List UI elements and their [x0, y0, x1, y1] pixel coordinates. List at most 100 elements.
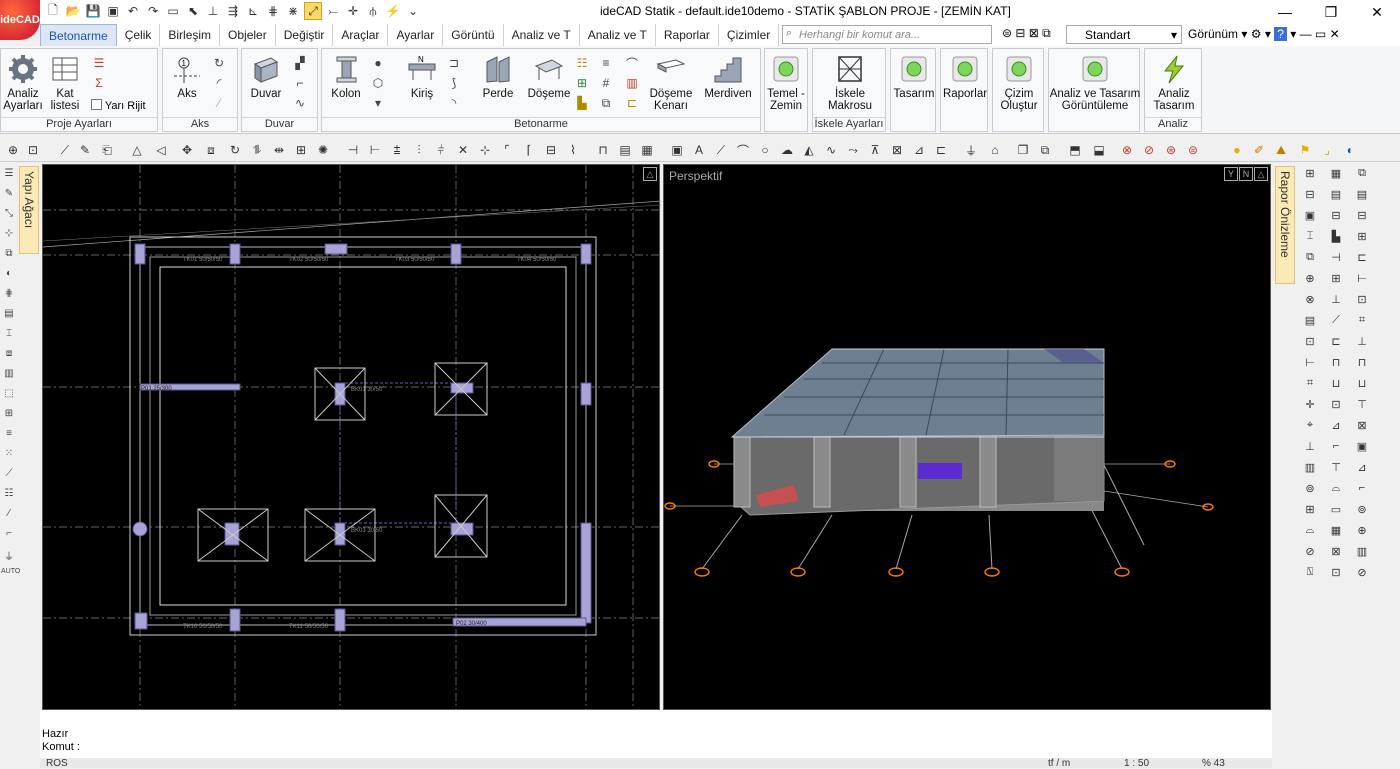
points-icon[interactable]: ⁙: [1, 448, 17, 464]
view-3d-icon[interactable]: ⬒: [1066, 141, 1084, 159]
terrain-icon[interactable]: ⏚: [962, 141, 980, 159]
polyline-icon[interactable]: ⟋: [712, 141, 730, 159]
extend-icon[interactable]: ⊢: [366, 141, 384, 159]
circle-column-icon[interactable]: ●: [370, 55, 386, 71]
tool-icon[interactable]: ▦: [1327, 524, 1345, 542]
tool-icon[interactable]: ⌶: [1301, 230, 1319, 248]
join-icon[interactable]: ⊹: [476, 141, 494, 159]
tool-icon[interactable]: ▤: [1327, 188, 1345, 206]
tool-icon[interactable]: ⊓: [1353, 356, 1371, 374]
tool-icon[interactable]: ⊟: [1301, 188, 1319, 206]
tab-cizimler[interactable]: Çizimler: [719, 24, 780, 46]
column-snap-icon[interactable]: ⫛: [364, 2, 382, 20]
tool-icon[interactable]: ⊚: [1353, 503, 1371, 521]
axis-arc-icon[interactable]: ◜: [211, 75, 227, 91]
paint-icon[interactable]: ⌇: [564, 141, 582, 159]
tool-icon[interactable]: ⊤: [1353, 398, 1371, 416]
tool-icon[interactable]: ⊥: [1327, 293, 1345, 311]
tab-objeler[interactable]: Objeler: [220, 24, 276, 46]
analiz-ayarlari-button[interactable]: Analiz Ayarları: [3, 53, 43, 112]
slope-icon[interactable]: ⟋: [1, 468, 17, 484]
cross-icon[interactable]: ✛: [344, 2, 362, 20]
kzz-icon[interactable]: ⊛: [1162, 141, 1180, 159]
new-file-icon[interactable]: 🗋: [44, 2, 62, 20]
tool-icon[interactable]: ⌗: [1353, 314, 1371, 332]
slab-ribbed-icon[interactable]: ☷: [574, 55, 590, 71]
tool-icon[interactable]: ⌐: [1327, 440, 1345, 458]
break-icon[interactable]: ⫩: [432, 141, 450, 159]
tool-icon[interactable]: ⌐: [1353, 482, 1371, 500]
tab-analiz-ve-tasarim-1[interactable]: Analiz ve T: [504, 24, 580, 46]
wall-curve-icon[interactable]: ∿: [292, 95, 308, 111]
tab-birlesim[interactable]: Birleşim: [160, 24, 221, 46]
view-settings-icon[interactable]: ⚙: [1251, 27, 1262, 41]
tool-icon[interactable]: ⊢: [1353, 272, 1371, 290]
tool-icon[interactable]: ⊠: [1327, 545, 1345, 563]
tab-betonarme[interactable]: Betonarme: [40, 24, 117, 46]
tool-icon[interactable]: ⌖: [1301, 419, 1319, 437]
duvar-button[interactable]: Duvar: [246, 53, 286, 100]
zoom-readout[interactable]: % 43: [1202, 758, 1225, 769]
tab-degistir[interactable]: Değiştir: [276, 24, 334, 46]
dimension-icon[interactable]: ⊓: [594, 141, 612, 159]
wall-corner-icon[interactable]: ⌐: [292, 75, 308, 91]
tool-icon[interactable]: ▥: [1353, 545, 1371, 563]
tool-icon[interactable]: ▦: [1327, 167, 1345, 185]
block-icon[interactable]: ⊞: [1, 408, 17, 424]
camera-icon[interactable]: ⌂: [986, 141, 1004, 159]
grid-table-icon[interactable]: ▦: [638, 141, 656, 159]
kxx-icon[interactable]: ⊗: [1118, 141, 1136, 159]
edit-icon[interactable]: ✎: [1, 188, 17, 204]
tool-icon[interactable]: ⟋: [1327, 314, 1345, 332]
tool-icon[interactable]: ▤: [1301, 314, 1319, 332]
split-icon[interactable]: ⫶: [410, 141, 428, 159]
tool-icon[interactable]: ⊞: [1327, 272, 1345, 290]
stack-icon[interactable]: ☷: [1, 488, 17, 504]
perspective-viewport[interactable]: Perspektif Y N △: [663, 164, 1271, 710]
stretch-icon[interactable]: ⇶: [224, 2, 242, 20]
tool-icon[interactable]: ✛: [1301, 398, 1319, 416]
tool-icon[interactable]: ⊟: [1353, 209, 1371, 227]
copy-icon[interactable]: ⧈: [1, 348, 17, 364]
tool-icon[interactable]: ⊏: [1327, 335, 1345, 353]
tool-icon[interactable]: ▣: [1353, 440, 1371, 458]
magnet-snap-icon[interactable]: ⤢: [304, 2, 322, 20]
pen-icon[interactable]: ✐: [1250, 141, 1268, 159]
kiris-button[interactable]: N Kiriş: [402, 53, 442, 100]
tool-icon[interactable]: ⊕: [1301, 272, 1319, 290]
tasarim-button[interactable]: Tasarım: [891, 53, 937, 100]
tool-icon[interactable]: ⌓: [1327, 482, 1345, 500]
tool-icon[interactable]: ⧉: [1301, 251, 1319, 269]
window-cascade-icon[interactable]: ❐: [1014, 141, 1032, 159]
sigma-icon[interactable]: Σ: [91, 75, 107, 91]
layer-icons[interactable]: ⊜ ⊟ ⊠ ⧉: [1002, 26, 1051, 41]
spline-icon[interactable]: ⤳: [844, 141, 862, 159]
tool-icon[interactable]: ⍂: [1301, 566, 1319, 584]
hatch-icon[interactable]: ◭: [800, 141, 818, 159]
minimize-button[interactable]: —: [1262, 0, 1308, 24]
section-icon[interactable]: ⌶: [1, 328, 17, 344]
circle-icon[interactable]: ○: [756, 141, 774, 159]
tab-celik[interactable]: Çelik: [117, 24, 161, 46]
ortho-icon[interactable]: ⤚: [324, 2, 342, 20]
align-icon[interactable]: ⊾: [244, 2, 262, 20]
level-mark-icon[interactable]: ⊼: [866, 141, 884, 159]
slab-grid-icon[interactable]: ⊞: [574, 75, 590, 91]
window-icon[interactable]: ▭: [164, 2, 182, 20]
image-icon[interactable]: ▣: [668, 141, 686, 159]
scale-readout[interactable]: 1 : 50: [1124, 758, 1149, 769]
tag-icon[interactable]: ◖: [1340, 141, 1358, 159]
tool-icon[interactable]: ⊚: [1301, 482, 1319, 500]
tool-icon[interactable]: ⊘: [1353, 566, 1371, 584]
pipette-icon[interactable]: ✎: [76, 141, 94, 159]
axis-rotate-icon[interactable]: ↻: [211, 55, 227, 71]
app-logo[interactable]: ideCAD: [0, 0, 40, 40]
section-icon[interactable]: ⊠: [888, 141, 906, 159]
style-select[interactable]: Standart ▾: [1066, 25, 1182, 44]
kat-listesi-button[interactable]: Kat listesi: [45, 53, 85, 112]
wall-opening-icon[interactable]: ▞: [292, 55, 308, 71]
properties-icon[interactable]: ⎗: [98, 141, 116, 159]
tool-icon[interactable]: ⊡: [1301, 335, 1319, 353]
tab-goruntu[interactable]: Görüntü: [443, 24, 504, 46]
tool-icon[interactable]: ⊏: [1353, 251, 1371, 269]
